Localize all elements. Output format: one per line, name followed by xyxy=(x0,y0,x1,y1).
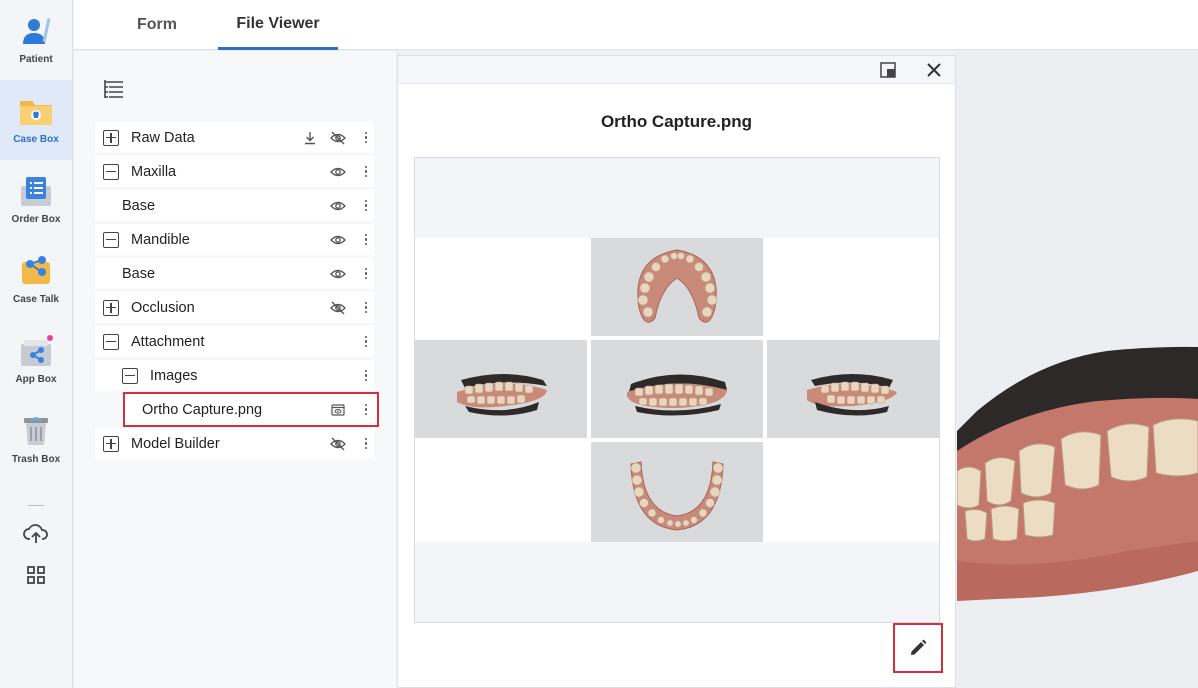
cloud-upload-icon[interactable] xyxy=(22,520,50,548)
case-talk-icon xyxy=(17,252,55,290)
3d-model-viewport[interactable] xyxy=(957,51,1198,688)
sidebar-item-label: Trash Box xyxy=(11,454,61,465)
sidebar-item-label: App Box xyxy=(15,374,57,385)
sidebar-item-label: Case Box xyxy=(13,134,59,145)
preview-icon[interactable] xyxy=(329,401,347,419)
edit-button[interactable] xyxy=(893,623,943,673)
app-sidebar: Patient Case Box Order Box Case Talk App… xyxy=(0,0,73,688)
close-icon[interactable] xyxy=(922,58,946,82)
left-buccal-view xyxy=(767,340,939,438)
upper-arch-view xyxy=(591,238,763,336)
right-buccal-view xyxy=(415,340,587,438)
tree-row-images[interactable]: Images xyxy=(95,360,374,391)
tree-row-maxilla-base[interactable]: Base xyxy=(95,190,374,221)
more-menu-icon[interactable] xyxy=(360,434,372,454)
sidebar-item-order-box[interactable]: Order Box xyxy=(0,160,72,240)
collapse-icon[interactable] xyxy=(103,231,119,248)
image-grid xyxy=(415,238,939,542)
more-menu-icon[interactable] xyxy=(360,196,372,216)
tab-form[interactable]: Form xyxy=(116,0,198,50)
more-menu-icon[interactable] xyxy=(360,128,372,148)
more-menu-icon[interactable] xyxy=(360,400,372,420)
tree-row-ortho-capture[interactable]: Ortho Capture.png xyxy=(123,392,379,427)
tree-row-raw-data[interactable]: Raw Data xyxy=(95,122,374,153)
ortho-capture-image xyxy=(414,157,940,623)
tree-row-maxilla[interactable]: Maxilla xyxy=(95,156,374,187)
more-menu-icon[interactable] xyxy=(360,230,372,250)
lower-arch-view xyxy=(591,442,763,542)
order-box-icon xyxy=(17,172,55,210)
sidebar-divider xyxy=(28,505,44,506)
image-viewer-panel: Ortho Capture.png xyxy=(397,55,956,688)
eye-icon[interactable] xyxy=(329,197,347,215)
collapse-icon[interactable] xyxy=(103,333,119,350)
sidebar-item-app-box[interactable]: App Box xyxy=(0,320,72,400)
tab-bar: Form File Viewer xyxy=(74,0,1198,50)
app-box-icon xyxy=(17,332,55,370)
tab-file-viewer[interactable]: File Viewer xyxy=(218,0,338,50)
collapse-icon[interactable] xyxy=(122,367,138,384)
sidebar-item-patient[interactable]: Patient xyxy=(0,0,72,80)
eye-icon[interactable] xyxy=(329,231,347,249)
tree-row-attachment[interactable]: Attachment xyxy=(95,326,374,357)
more-menu-icon[interactable] xyxy=(360,366,372,386)
collapse-icon[interactable] xyxy=(103,163,119,180)
popout-icon[interactable] xyxy=(876,58,900,82)
grid-apps-icon[interactable] xyxy=(22,561,50,589)
sidebar-item-label: Case Talk xyxy=(13,294,59,305)
viewer-title: Ortho Capture.png xyxy=(600,112,753,131)
eye-icon[interactable] xyxy=(329,265,347,283)
viewer-header xyxy=(398,56,955,84)
patient-icon xyxy=(17,12,55,50)
trash-box-icon xyxy=(17,412,55,450)
frontal-view xyxy=(591,340,763,438)
sidebar-item-case-box[interactable]: Case Box xyxy=(0,80,72,160)
sidebar-item-trash-box[interactable]: Trash Box xyxy=(0,400,72,480)
expand-icon[interactable] xyxy=(103,129,119,146)
tree-row-mandible-base[interactable]: Base xyxy=(95,258,374,289)
sidebar-item-label: Patient xyxy=(19,54,53,65)
sidebar-item-case-talk[interactable]: Case Talk xyxy=(0,240,72,320)
more-menu-icon[interactable] xyxy=(360,162,372,182)
case-box-icon xyxy=(17,92,55,130)
eye-hidden-icon[interactable] xyxy=(329,435,347,453)
sidebar-item-label: Order Box xyxy=(11,214,61,225)
tree-row-label: Images xyxy=(150,367,198,384)
expand-icon[interactable] xyxy=(103,299,119,316)
eye-hidden-icon[interactable] xyxy=(329,129,347,147)
tree-row-occlusion[interactable]: Occlusion xyxy=(95,292,374,323)
more-menu-icon[interactable] xyxy=(360,332,372,352)
tree-row-label: Attachment xyxy=(131,333,205,350)
eye-hidden-icon[interactable] xyxy=(329,299,347,317)
tree-view-toggle-icon[interactable] xyxy=(102,77,126,101)
tree-row-mandible[interactable]: Mandible xyxy=(95,224,374,255)
eye-icon[interactable] xyxy=(329,163,347,181)
download-icon[interactable] xyxy=(301,129,319,147)
tree-row-model-builder[interactable]: Model Builder xyxy=(95,428,374,459)
pencil-edit-icon xyxy=(911,639,927,655)
expand-icon[interactable] xyxy=(103,435,119,452)
more-menu-icon[interactable] xyxy=(360,298,372,318)
more-menu-icon[interactable] xyxy=(360,264,372,284)
